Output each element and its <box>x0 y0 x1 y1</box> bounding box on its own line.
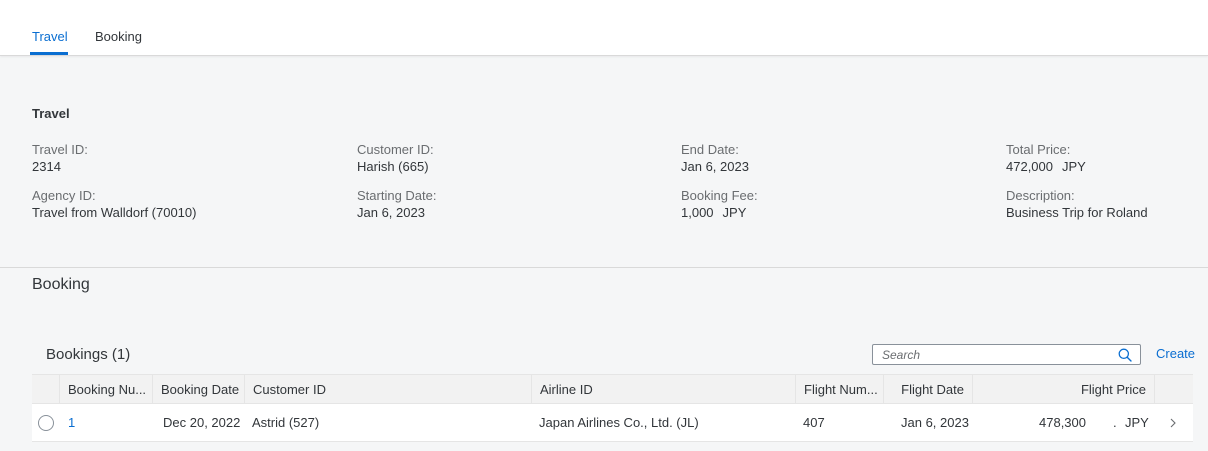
cell-flight-date: Jan 6, 2023 <box>901 415 969 430</box>
row-select-radio[interactable] <box>38 415 54 431</box>
section-divider <box>0 267 1208 268</box>
agency-id-value: Travel from Walldorf (70010) <box>32 205 197 220</box>
cell-flight-price-separator: . <box>1113 415 1117 430</box>
customer-id-label: Customer ID: <box>357 142 434 157</box>
customer-id-value: Harish (665) <box>357 159 429 174</box>
nav-column-header <box>1155 375 1193 404</box>
total-price-value: 472,000 JPY <box>1006 159 1086 174</box>
column-header-flight-date[interactable]: Flight Date <box>884 375 973 404</box>
travel-section-title: Travel <box>32 106 70 121</box>
select-column-header <box>32 375 60 404</box>
table-row[interactable]: 1 Dec 20, 2022 Astrid (527) Japan Airlin… <box>32 404 1193 442</box>
column-header-booking-date[interactable]: Booking Date <box>153 375 245 404</box>
agency-id-label: Agency ID: <box>32 188 96 203</box>
column-header-booking-number[interactable]: Booking Nu... <box>60 375 153 404</box>
tab-travel[interactable]: Travel <box>32 29 68 44</box>
table-header: Booking Nu... Booking Date Customer ID A… <box>32 375 1193 404</box>
total-price-amount: 472,000 <box>1006 159 1053 174</box>
description-value: Business Trip for Roland <box>1006 205 1148 220</box>
search-field[interactable] <box>872 344 1141 365</box>
search-icon[interactable] <box>1118 348 1132 362</box>
cell-flight-price-currency: JPY <box>1125 415 1149 430</box>
cell-customer-id: Astrid (527) <box>252 415 320 430</box>
booking-fee-currency: JPY <box>722 205 747 220</box>
column-header-airline-id[interactable]: Airline ID <box>532 375 796 404</box>
column-header-customer-id[interactable]: Customer ID <box>245 375 532 404</box>
travel-id-label: Travel ID: <box>32 142 88 157</box>
tab-booking[interactable]: Booking <box>95 29 142 44</box>
starting-date-value: Jan 6, 2023 <box>357 205 425 220</box>
cell-flight-number: 407 <box>803 415 825 430</box>
travel-id-value: 2314 <box>32 159 61 174</box>
bookings-table: Booking Nu... Booking Date Customer ID A… <box>32 374 1193 442</box>
starting-date-label: Starting Date: <box>357 188 437 203</box>
create-button[interactable]: Create <box>1156 346 1195 361</box>
column-header-flight-number[interactable]: Flight Num... <box>796 375 884 404</box>
description-label: Description: <box>1006 188 1075 203</box>
total-price-currency: JPY <box>1062 159 1086 174</box>
booking-fee-value: 1,000 JPY <box>681 205 746 220</box>
booking-fee-amount: 1,000 <box>681 205 714 220</box>
tab-bar: Travel Booking <box>0 0 1208 56</box>
cell-booking-date: Dec 20, 2022 <box>163 415 241 430</box>
column-header-flight-price[interactable]: Flight Price <box>973 375 1155 404</box>
active-tab-indicator <box>30 52 68 55</box>
bookings-table-title: Bookings (1) <box>46 346 131 363</box>
cell-airline-id: Japan Airlines Co., Ltd. (JL) <box>539 415 699 430</box>
end-date-label: End Date: <box>681 142 739 157</box>
booking-fee-label: Booking Fee: <box>681 188 758 203</box>
cell-flight-price-amount: 478,300 <box>1039 415 1086 430</box>
end-date-value: Jan 6, 2023 <box>681 159 749 174</box>
booking-section-title: Booking <box>32 276 90 293</box>
chevron-right-icon[interactable] <box>1168 417 1178 429</box>
total-price-label: Total Price: <box>1006 142 1071 157</box>
search-input[interactable] <box>873 345 1113 364</box>
cell-booking-number[interactable]: 1 <box>68 404 75 442</box>
